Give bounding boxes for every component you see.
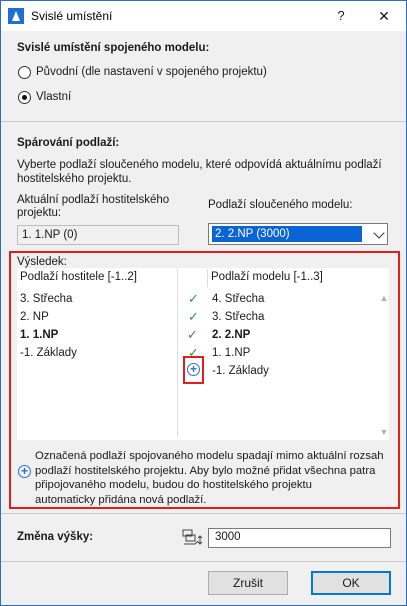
- result-note: Označená podlaží spojovaného modelu spad…: [35, 449, 391, 507]
- close-button[interactable]: ✕: [369, 4, 399, 28]
- merged-floor-label: Podlaží sloučeného modelu:: [208, 199, 353, 211]
- window-title: Svislé umístění: [31, 9, 113, 23]
- pairing-description-line1: Vyberte podlaží sloučeného modelu, které…: [17, 159, 382, 171]
- separator: [1, 561, 406, 562]
- note-line: připojovaného modelu, budou do hostitels…: [35, 479, 312, 491]
- placement-heading: Svislé umístění spojeného modelu:: [17, 42, 210, 54]
- add-floor-icon: +: [187, 363, 200, 376]
- note-line: podlaží hostitelského projektu. Aby bylo…: [35, 464, 376, 477]
- host-floor-field: 1. 1.NP (0): [17, 225, 179, 245]
- archicad-app-icon: [8, 8, 24, 24]
- merged-floor-value: 2. 2.NP (3000): [212, 226, 362, 242]
- radio-original[interactable]: [18, 66, 31, 79]
- chevron-down-icon[interactable]: [373, 227, 385, 239]
- separator: [1, 121, 406, 122]
- model-column-header: Podlaží modelu [-1..3]: [211, 271, 323, 283]
- host-column-header: Podlaží hostitele [-1..2]: [20, 271, 137, 283]
- model-row: 3. Střecha: [212, 311, 265, 323]
- model-row: 2. 2.NP: [212, 329, 251, 341]
- pairing-heading: Spárování podlaží:: [17, 137, 120, 149]
- host-row: 2. NP: [20, 311, 49, 323]
- host-floor-value: 1. 1.NP (0): [22, 229, 78, 241]
- host-floor-label-line1: Aktuální podlaží hostitelského: [17, 194, 170, 206]
- column-divider-2: [207, 269, 208, 287]
- title-bar: Svislé umístění ? ✕: [1, 1, 406, 31]
- scroll-down-arrow[interactable]: ▼: [379, 427, 389, 437]
- column-divider: [177, 269, 178, 437]
- host-row: 3. Střecha: [20, 293, 73, 305]
- result-heading: Výsledek:: [17, 256, 67, 268]
- host-row: 1. 1.NP: [20, 329, 59, 341]
- model-row: 1. 1.NP: [212, 347, 251, 359]
- scroll-up-arrow[interactable]: ▲: [379, 293, 389, 303]
- radio-custom[interactable]: [18, 91, 31, 104]
- note-line: Označená podlaží spojovaného modelu spad…: [35, 450, 384, 462]
- separator: [1, 513, 406, 514]
- height-change-input[interactable]: 3000: [208, 528, 391, 548]
- help-button[interactable]: ?: [326, 4, 356, 28]
- host-row: -1. Základy: [20, 347, 77, 359]
- check-icon: ✓: [188, 309, 199, 324]
- model-row: 4. Střecha: [212, 293, 265, 305]
- merged-floor-select[interactable]: 2. 2.NP (3000): [208, 223, 388, 245]
- height-change-label: Změna výšky:: [17, 531, 94, 543]
- dialog-window: Svislé umístění ? ✕ Svislé umístění spoj…: [0, 0, 407, 606]
- cancel-button[interactable]: Zrušit: [208, 571, 288, 595]
- radio-custom-label[interactable]: Vlastní: [36, 91, 71, 103]
- elevation-icon: [182, 529, 203, 545]
- check-icon: ✓: [188, 291, 199, 306]
- model-row: -1. Základy: [212, 365, 269, 377]
- ok-button[interactable]: OK: [311, 571, 391, 595]
- host-floor-label-line2: projektu:: [17, 207, 62, 219]
- note-line: automaticky přidána nová podlaží.: [35, 493, 207, 506]
- radio-original-label[interactable]: Původní (dle nastavení v spojeného proje…: [36, 66, 267, 78]
- pairing-description-line2: hostitelského projektu.: [17, 173, 132, 185]
- info-plus-icon: +: [18, 465, 31, 478]
- check-anchor-icon: ✓: [187, 327, 198, 342]
